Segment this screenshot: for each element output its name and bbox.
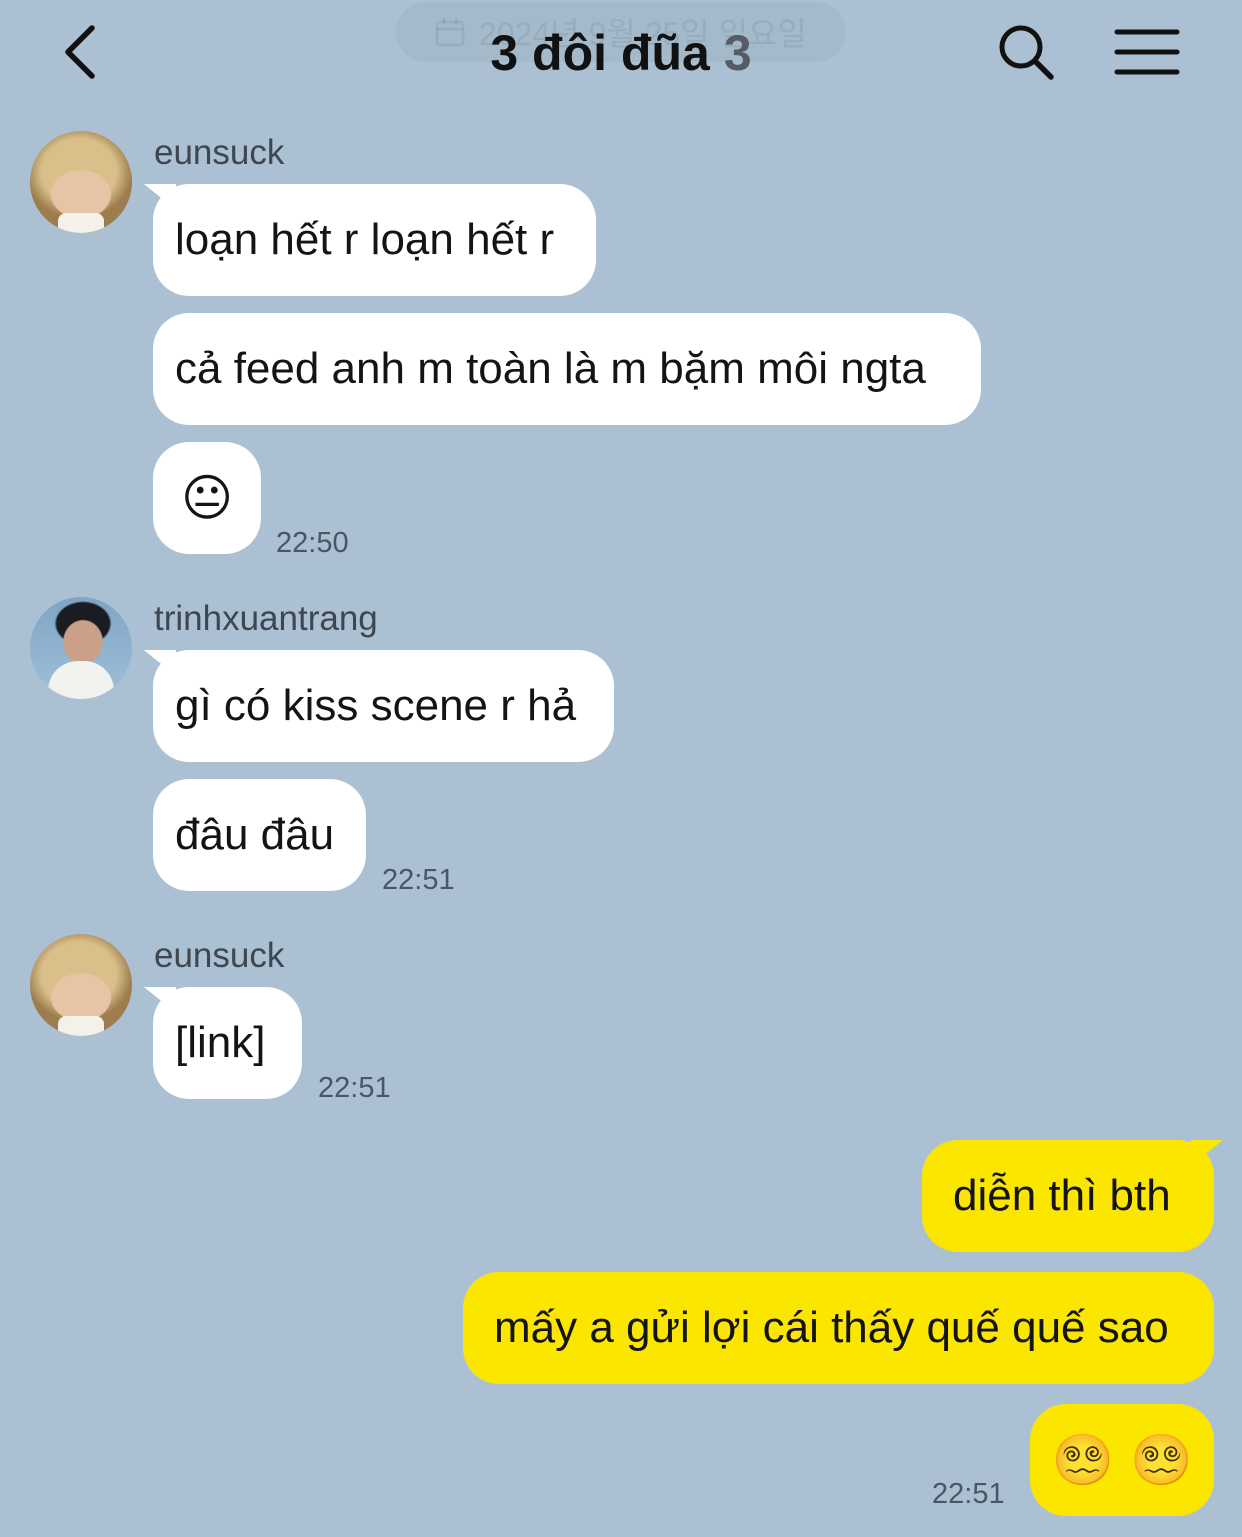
message-text: diễn thì bth <box>953 1171 1171 1220</box>
message-bubble[interactable]: loạn hết r loạn hết r <box>153 184 596 296</box>
message-timestamp: 22:50 <box>276 527 349 559</box>
calendar-icon <box>435 18 465 47</box>
sender-name: trinhxuantrang <box>154 599 378 638</box>
message-text: cả feed anh m toàn là m bặm môi ngta <box>175 344 926 393</box>
message-timestamp: 22:51 <box>382 864 455 896</box>
message-text: gì có kiss scene r hả <box>175 681 577 730</box>
sender-name: eunsuck <box>154 133 285 172</box>
message-bubble[interactable]: gì có kiss scene r hả <box>153 650 614 762</box>
my-message-bubble[interactable]: diễn thì bth <box>922 1140 1214 1252</box>
my-message-bubble[interactable]: mấy a gửi lợi cái thấy quế quế sao <box>463 1272 1214 1384</box>
message-text: [link] <box>175 1018 266 1067</box>
date-pill-text: 2024년 9월 25일 일요일 <box>479 16 807 52</box>
search-icon[interactable] <box>996 22 1056 82</box>
message-bubble[interactable]: cả feed anh m toàn là m bặm môi ngta <box>153 313 981 425</box>
message-bubble[interactable]: đâu đâu <box>153 779 366 891</box>
message-timestamp: 22:51 <box>932 1478 1005 1510</box>
menu-icon[interactable] <box>1114 28 1180 76</box>
sender-avatar[interactable] <box>30 597 132 699</box>
chat-header: 2024년 9월 25일 일요일 3 đôi đũa 3 <box>0 0 1242 110</box>
message-bubble[interactable]: 😐 <box>153 442 261 554</box>
date-pill: 2024년 9월 25일 일요일 <box>396 2 846 62</box>
sender-avatar[interactable] <box>30 131 132 233</box>
message-text: mấy a gửi lợi cái thấy quế quế sao <box>494 1303 1169 1352</box>
sender-avatar[interactable] <box>30 934 132 1036</box>
neutral-face-emoji: 😐 <box>180 469 234 527</box>
message-text: đâu đâu <box>175 810 335 859</box>
link-message-bubble[interactable]: [link] <box>153 987 302 1099</box>
back-arrow-icon[interactable] <box>58 22 108 82</box>
dizzy-face-emoji: 😵‍💫 😵‍💫 <box>1051 1430 1193 1489</box>
my-message-bubble[interactable]: 😵‍💫 😵‍💫 <box>1030 1404 1214 1516</box>
message-text: loạn hết r loạn hết r <box>175 215 555 264</box>
sender-name: eunsuck <box>154 936 285 975</box>
message-timestamp: 22:51 <box>318 1072 391 1104</box>
